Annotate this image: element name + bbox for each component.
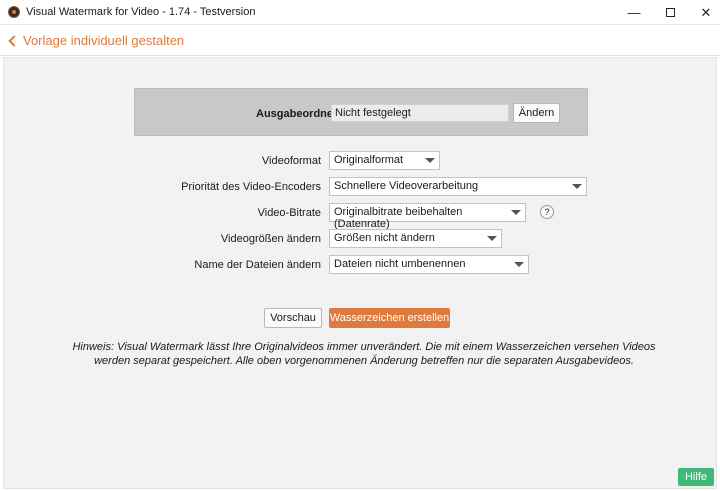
create-watermark-button[interactable]: Wasserzeichen erstellen bbox=[329, 308, 450, 328]
output-folder-field[interactable]: Nicht festgelegt bbox=[331, 104, 509, 122]
page-header: Vorlage individuell gestalten bbox=[0, 25, 720, 56]
resize-value: Größen nicht ändern bbox=[334, 232, 435, 244]
chevron-down-icon bbox=[511, 210, 521, 215]
chevron-down-icon bbox=[514, 262, 524, 267]
rename-label: Name der Dateien ändern bbox=[194, 259, 321, 271]
rename-value: Dateien nicht umbenennen bbox=[334, 258, 466, 270]
hint-text: Hinweis: Visual Watermark lässt Ihre Ori… bbox=[64, 340, 664, 368]
bitrate-label: Video-Bitrate bbox=[257, 207, 321, 219]
chevron-left-icon bbox=[8, 35, 20, 47]
close-button[interactable]: ✕ bbox=[688, 0, 720, 25]
title-bar: Visual Watermark for Video - 1.74 - Test… bbox=[0, 0, 720, 25]
back-link-label: Vorlage individuell gestalten bbox=[23, 33, 185, 48]
resize-label: Videogrößen ändern bbox=[220, 233, 321, 245]
app-logo-icon bbox=[8, 6, 20, 18]
encoder-priority-value: Schnellere Videoverarbeitung bbox=[334, 180, 479, 192]
videoformat-value: Originalformat bbox=[334, 154, 404, 166]
videoformat-label: Videoformat bbox=[261, 155, 321, 167]
encoder-priority-label: Priorität des Video-Encoders bbox=[181, 181, 321, 193]
help-button[interactable]: Hilfe bbox=[678, 468, 714, 486]
bitrate-value: Originalbitrate beibehalten (Datenrate) bbox=[334, 206, 463, 230]
videoformat-select[interactable]: Originalformat bbox=[329, 151, 440, 170]
resize-select[interactable]: Größen nicht ändern bbox=[329, 229, 502, 248]
output-folder-panel: Ausgabeordner Nicht festgelegt Ändern bbox=[134, 88, 588, 136]
change-folder-button[interactable]: Ändern bbox=[513, 103, 560, 123]
maximize-icon bbox=[665, 8, 675, 17]
bitrate-select[interactable]: Originalbitrate beibehalten (Datenrate) bbox=[329, 203, 526, 230]
hint-line-2: werden separat gespeichert. Alle oben vo… bbox=[94, 355, 634, 367]
back-link[interactable]: Vorlage individuell gestalten bbox=[8, 33, 185, 48]
preview-button[interactable]: Vorschau bbox=[264, 308, 322, 328]
window-title: Visual Watermark for Video - 1.74 - Test… bbox=[26, 6, 256, 18]
settings-area: Ausgabeordner Nicht festgelegt Ändern Vi… bbox=[3, 57, 717, 489]
chevron-down-icon bbox=[487, 236, 497, 241]
hint-line-1: Hinweis: Visual Watermark lässt Ihre Ori… bbox=[72, 341, 656, 353]
chevron-down-icon bbox=[572, 184, 582, 189]
maximize-button[interactable] bbox=[652, 0, 688, 25]
encoder-priority-select[interactable]: Schnellere Videoverarbeitung bbox=[329, 177, 587, 196]
minimize-button[interactable]: — bbox=[616, 0, 652, 25]
bitrate-help-icon[interactable]: ? bbox=[540, 205, 554, 219]
rename-select[interactable]: Dateien nicht umbenennen bbox=[329, 255, 529, 274]
output-folder-label: Ausgabeordner bbox=[256, 108, 338, 120]
chevron-down-icon bbox=[425, 158, 435, 163]
